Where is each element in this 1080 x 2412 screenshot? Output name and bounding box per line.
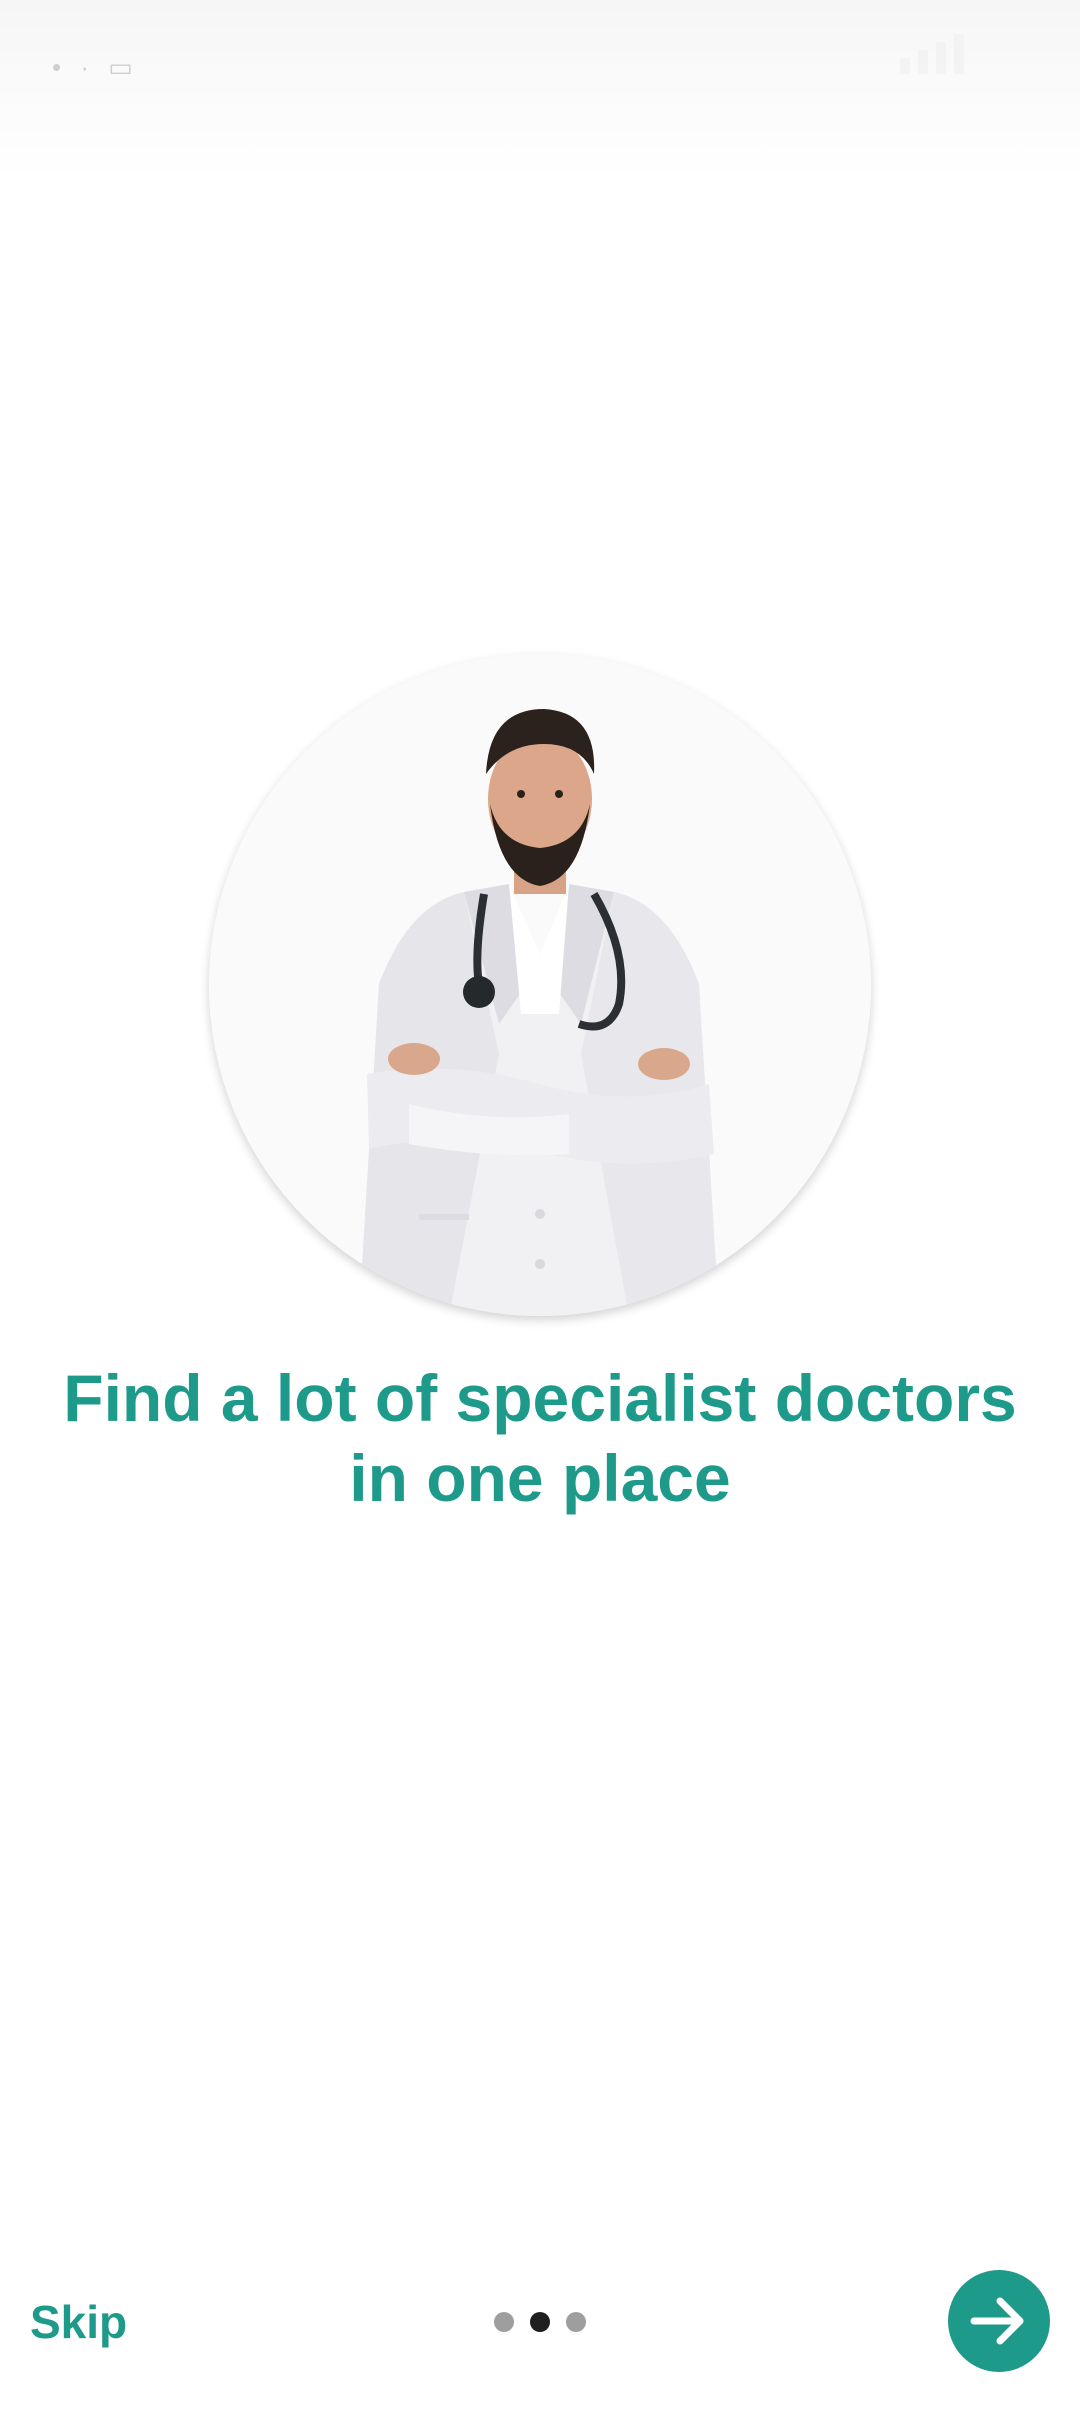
headline-line-2: in one place xyxy=(349,1441,731,1515)
page-dot-3 xyxy=(566,2312,586,2332)
status-bar: • · ▭ xyxy=(0,0,1080,180)
page-dot-2-active xyxy=(530,2312,550,2332)
next-button[interactable] xyxy=(948,2270,1050,2372)
doctor-image xyxy=(209,654,871,1316)
page-dot-1 xyxy=(494,2312,514,2332)
page-indicator xyxy=(494,2312,586,2332)
arrow-right-icon xyxy=(970,2297,1024,2345)
status-icons-right xyxy=(900,34,1050,80)
skip-button[interactable]: Skip xyxy=(30,2295,127,2349)
onboarding-headline: Find a lot of specialist doctors in one … xyxy=(40,1358,1040,1518)
status-icons-left: • · ▭ xyxy=(52,52,139,82)
headline-line-1: Find a lot of specialist doctors xyxy=(63,1361,1017,1435)
